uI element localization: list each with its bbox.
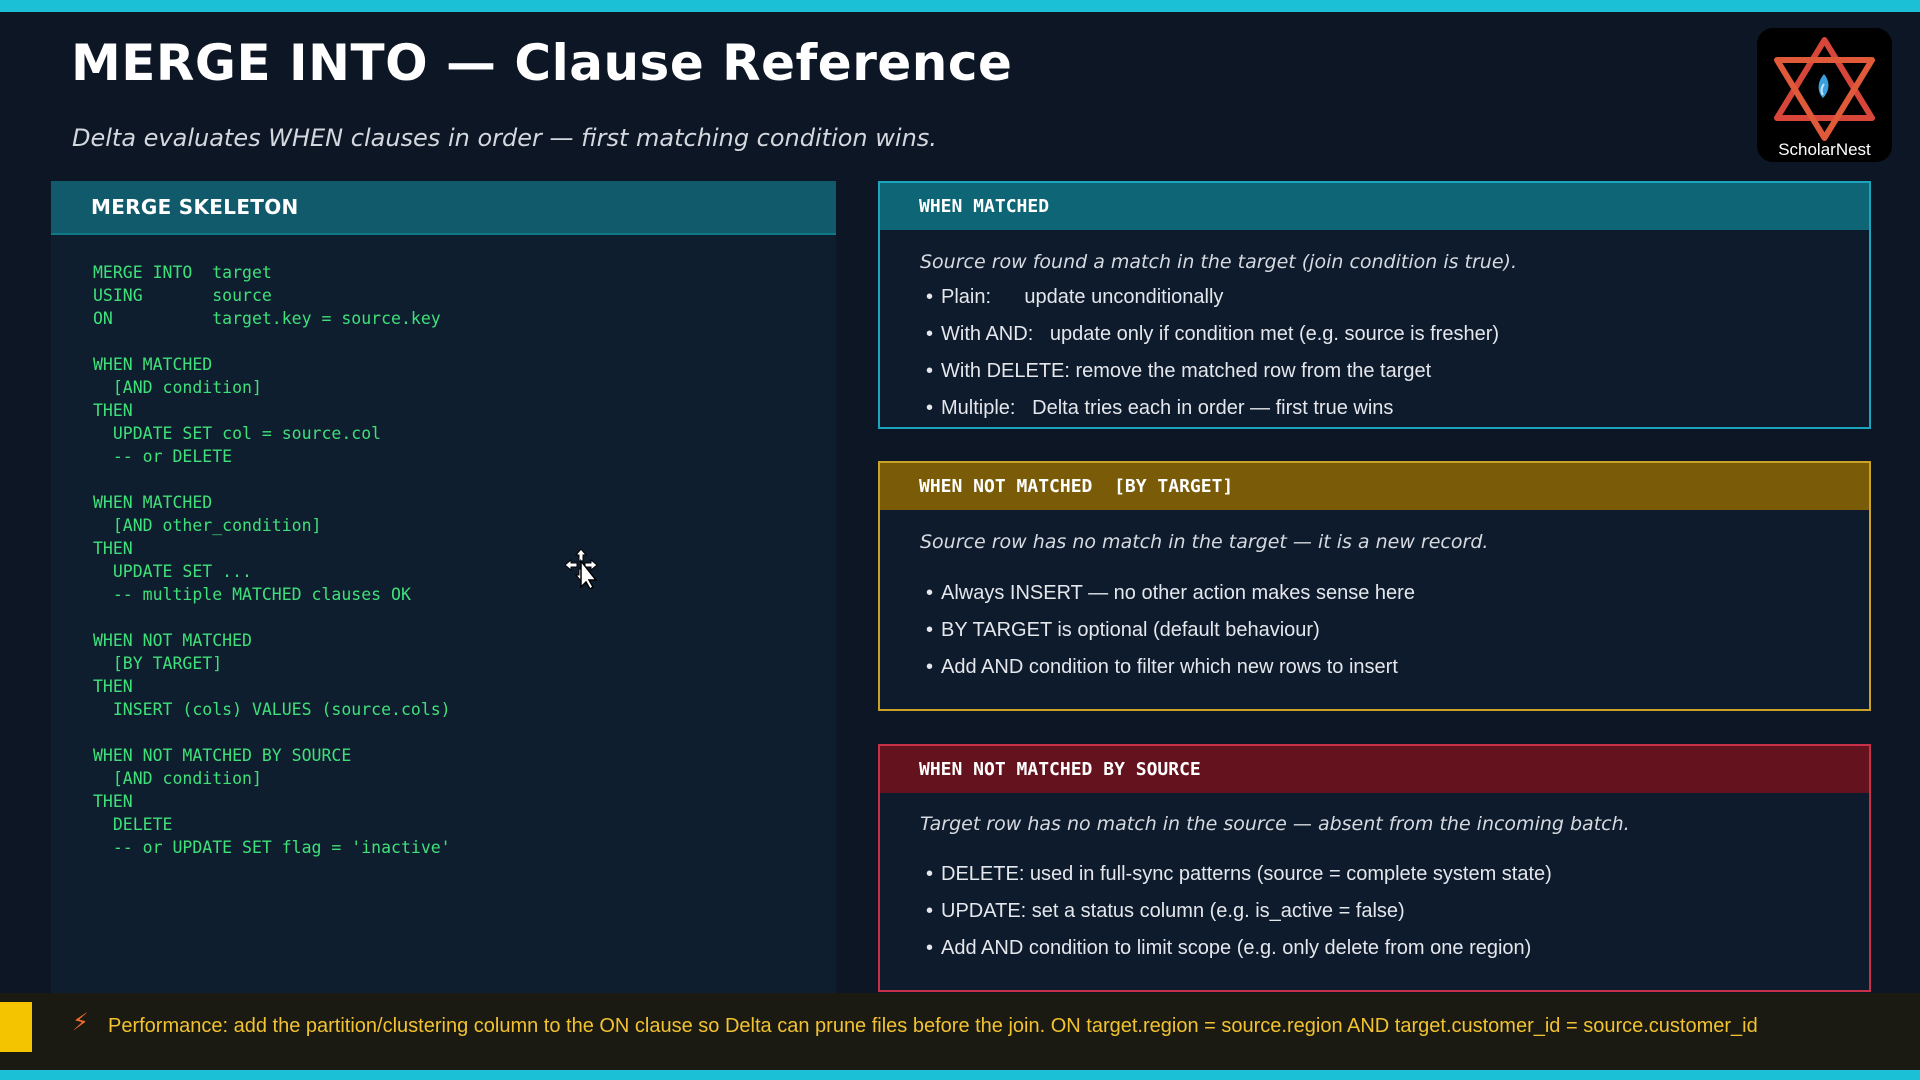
bullet-item: Plain: update unconditionally xyxy=(926,279,1499,316)
merge-skeleton-code: MERGE INTO target USING source ON target.k… xyxy=(51,235,836,859)
bullet-item: With AND: update only if condition met (… xyxy=(926,316,1499,353)
code-line: ON target.key = source.key xyxy=(93,309,441,328)
slide-subtitle: Delta evaluates WHEN clauses in order — … xyxy=(72,124,937,152)
code-line: -- multiple MATCHED clauses OK xyxy=(93,585,411,604)
merge-skeleton-panel: MERGE SKELETON MERGE INTO target USING so… xyxy=(51,181,836,993)
code-line: USING source xyxy=(93,286,272,305)
when-not-matched-by-source-description: Target row has no match in the source — … xyxy=(920,813,1630,835)
move-cursor-icon xyxy=(565,549,598,589)
code-line: THEN xyxy=(93,792,133,811)
code-line: WHEN NOT MATCHED BY SOURCE xyxy=(93,746,352,765)
when-not-matched-by-source-card: WHEN NOT MATCHED BY SOURCE Target row ha… xyxy=(878,744,1871,992)
code-line: THEN xyxy=(93,539,133,558)
when-matched-card: WHEN MATCHED Source row found a match in… xyxy=(878,181,1871,429)
bullet-item: UPDATE: set a status column (e.g. is_act… xyxy=(926,893,1552,930)
bullet-item: Multiple: Delta tries each in order — fi… xyxy=(926,390,1499,427)
slide-title: MERGE INTO — Clause Reference xyxy=(71,34,1013,92)
when-not-matched-card: WHEN NOT MATCHED [BY TARGET] Source row … xyxy=(878,461,1871,711)
code-line: THEN xyxy=(93,401,133,420)
code-line: [BY TARGET] xyxy=(93,654,223,673)
bullet-item: BY TARGET is optional (default behaviour… xyxy=(926,612,1415,649)
logo-text: ScholarNest xyxy=(1778,140,1871,159)
when-not-matched-bullets: Always INSERT — no other action makes se… xyxy=(926,575,1415,686)
scholarnest-logo: ScholarNest xyxy=(1757,28,1892,162)
when-matched-bullets: Plain: update unconditionally With AND: … xyxy=(926,279,1499,427)
when-not-matched-by-source-header: WHEN NOT MATCHED BY SOURCE xyxy=(880,746,1869,793)
code-line: [AND condition] xyxy=(93,769,262,788)
code-line: INSERT (cols) VALUES (source.cols) xyxy=(93,700,451,719)
code-line: MERGE INTO target xyxy=(93,263,272,282)
bullet-item: Add AND condition to filter which new ro… xyxy=(926,649,1415,686)
code-line: WHEN MATCHED xyxy=(93,355,213,374)
star-of-david-icon xyxy=(1774,37,1875,141)
code-line: DELETE xyxy=(93,815,173,834)
merge-skeleton-header: MERGE SKELETON xyxy=(51,181,836,235)
code-line: -- or UPDATE SET flag = 'inactive' xyxy=(93,838,451,857)
when-not-matched-description: Source row has no match in the target — … xyxy=(920,531,1489,553)
merge-skeleton-title: MERGE SKELETON xyxy=(91,195,299,219)
code-line: UPDATE SET ... xyxy=(93,562,252,581)
bottom-accent-bar xyxy=(0,1070,1920,1080)
code-line: -- or DELETE xyxy=(93,447,233,466)
tip-accent-bar xyxy=(0,1002,32,1052)
code-line: [AND other_condition] xyxy=(93,516,322,535)
bullet-item: Always INSERT — no other action makes se… xyxy=(926,575,1415,612)
when-not-matched-by-source-bullets: DELETE: used in full-sync patterns (sour… xyxy=(926,856,1552,967)
code-line: WHEN MATCHED xyxy=(93,493,213,512)
code-line: [AND condition] xyxy=(93,378,262,397)
top-accent-bar xyxy=(0,0,1920,12)
code-line: THEN xyxy=(93,677,133,696)
when-not-matched-header: WHEN NOT MATCHED [BY TARGET] xyxy=(880,463,1869,510)
bullet-item: DELETE: used in full-sync patterns (sour… xyxy=(926,856,1552,893)
bullet-item: With DELETE: remove the matched row from… xyxy=(926,353,1499,390)
performance-tip-banner: ⚡ Performance: add the partition/cluster… xyxy=(0,993,1920,1070)
performance-tip-text: Performance: add the partition/clusterin… xyxy=(108,1015,1758,1037)
bullet-item: Add AND condition to limit scope (e.g. o… xyxy=(926,930,1552,967)
code-line: WHEN NOT MATCHED xyxy=(93,631,252,650)
code-line: UPDATE SET col = source.col xyxy=(93,424,382,443)
when-matched-header: WHEN MATCHED xyxy=(880,183,1869,230)
when-matched-description: Source row found a match in the target (… xyxy=(920,251,1517,273)
